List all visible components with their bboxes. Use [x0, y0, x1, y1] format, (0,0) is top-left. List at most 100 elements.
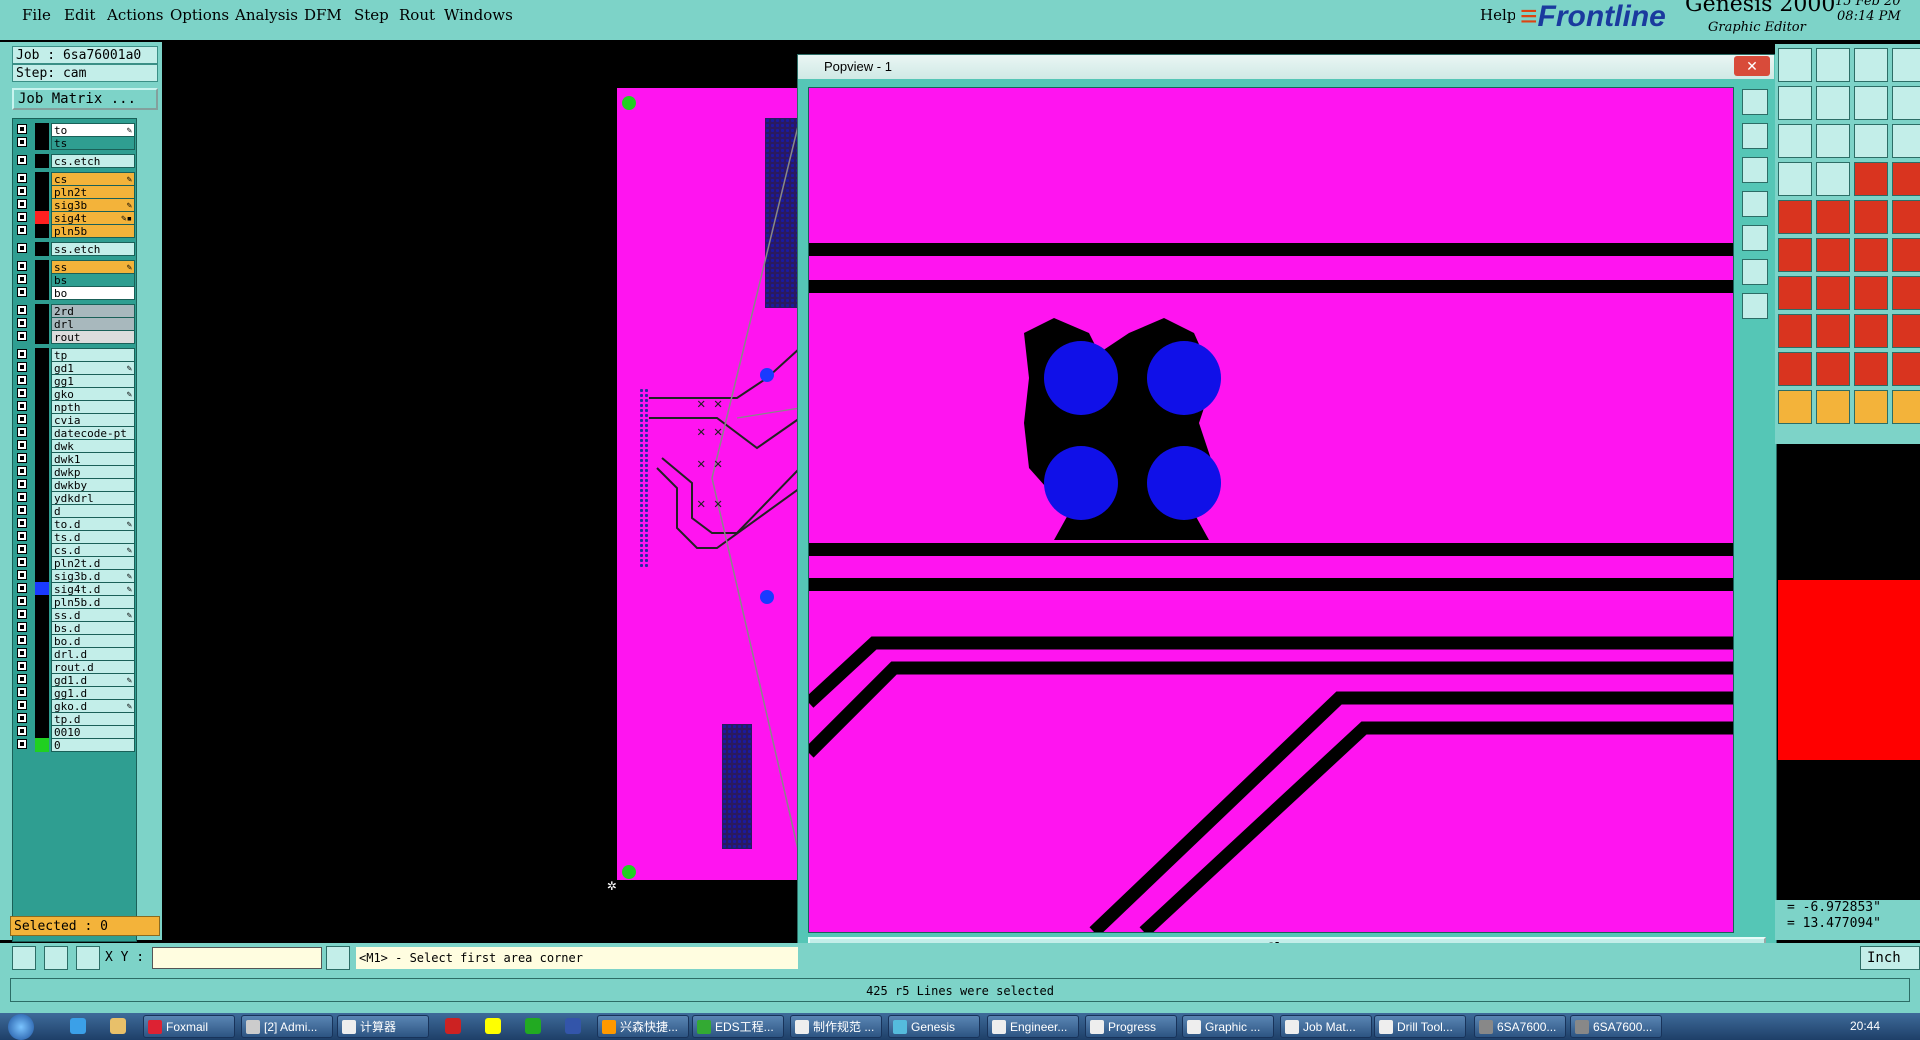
layer-name[interactable]: gg1 [51, 374, 135, 388]
layer-row[interactable]: ss ✎ [15, 260, 135, 274]
zoom-in-icon[interactable] [1742, 123, 1768, 149]
tool-paste-icon[interactable] [1816, 86, 1850, 120]
layer-row[interactable]: sig3b.d ✎ [15, 569, 135, 583]
tool-poly-icon[interactable] [1778, 314, 1812, 348]
quick-launch-icon[interactable] [485, 1018, 501, 1034]
layer-row[interactable]: ts.d [15, 530, 135, 544]
layer-row[interactable]: ts [15, 136, 135, 150]
tool-net2-icon[interactable] [1892, 162, 1920, 196]
layer-color-swatch[interactable] [35, 582, 49, 596]
layer-color-swatch[interactable] [35, 478, 49, 492]
layer-checkbox[interactable] [17, 261, 27, 271]
tool-hline-icon[interactable] [1816, 314, 1850, 348]
layer-color-swatch[interactable] [35, 374, 49, 388]
layer-name[interactable]: bo [51, 286, 135, 300]
layer-name[interactable]: d [51, 504, 135, 518]
layer-row[interactable]: ydkdrl [15, 491, 135, 505]
layer-row[interactable]: gd1 ✎ [15, 361, 135, 375]
menu-analysis[interactable]: Analysis [235, 6, 298, 24]
layer-checkbox[interactable] [17, 349, 27, 359]
layer-checkbox[interactable] [17, 243, 27, 253]
layer-name[interactable]: to.d ✎ [51, 517, 135, 531]
folder-icon[interactable] [110, 1018, 126, 1034]
board-view[interactable]: ✕ ✕ ✕ ✕ ✕ ✕ ✕ ✕ [617, 88, 800, 880]
layer-name[interactable]: pln2t.d [51, 556, 135, 570]
tool-probe-icon[interactable] [1778, 162, 1812, 196]
layer-checkbox[interactable] [17, 362, 27, 372]
layer-name[interactable]: dwk [51, 439, 135, 453]
menu-step[interactable]: Step [354, 6, 389, 24]
layer-row[interactable]: gg1.d [15, 686, 135, 700]
tool-cross-icon[interactable] [1816, 238, 1850, 272]
layer-row[interactable]: rout [15, 330, 135, 344]
layer-color-swatch[interactable] [35, 439, 49, 453]
layer-color-swatch[interactable] [35, 330, 49, 344]
layer-checkbox[interactable] [17, 388, 27, 398]
layer-row[interactable]: sig4t.d ✎ [15, 582, 135, 596]
layer-checkbox[interactable] [17, 414, 27, 424]
layer-row[interactable]: 2rd [15, 304, 135, 318]
xy-input[interactable] [152, 947, 322, 969]
layer-color-swatch[interactable] [35, 621, 49, 635]
layer-color-swatch[interactable] [35, 686, 49, 700]
layer-row[interactable]: pln2t.d [15, 556, 135, 570]
layer-row[interactable]: tp [15, 348, 135, 362]
tool-lasso-icon[interactable] [1854, 390, 1888, 424]
layer-row[interactable]: bs [15, 273, 135, 287]
layer-checkbox[interactable] [17, 726, 27, 736]
layer-color-swatch[interactable] [35, 530, 49, 544]
taskbar-item[interactable]: 制作规范 ... [790, 1015, 882, 1038]
layer-checkbox[interactable] [17, 453, 27, 463]
taskbar-item[interactable]: Progress [1085, 1015, 1177, 1038]
layer-row[interactable]: cs ✎ [15, 172, 135, 186]
layer-name[interactable]: sig3b ✎ [51, 198, 135, 212]
layer-checkbox[interactable] [17, 648, 27, 658]
layer-row[interactable]: sig3b ✎ [15, 198, 135, 212]
menu-rout[interactable]: Rout [399, 6, 435, 24]
job-matrix-button[interactable]: Job Matrix ... [12, 88, 158, 110]
layer-checkbox[interactable] [17, 531, 27, 541]
tool-snap2-icon[interactable] [1892, 238, 1920, 272]
layer-checkbox[interactable] [17, 557, 27, 567]
layer-checkbox[interactable] [17, 700, 27, 710]
layer-checkbox[interactable] [17, 173, 27, 183]
layer-name[interactable]: ss ✎ [51, 260, 135, 274]
layer-name[interactable]: dwkby [51, 478, 135, 492]
tool-connect-icon[interactable] [1816, 162, 1850, 196]
close-icon[interactable]: ✕ [1734, 56, 1770, 76]
layer-checkbox[interactable] [17, 570, 27, 580]
layer-name[interactable]: datecode-pt [51, 426, 135, 440]
layer-name[interactable]: ss.d ✎ [51, 608, 135, 622]
layer-row[interactable]: ss.etch [15, 242, 135, 256]
layer-checkbox[interactable] [17, 305, 27, 315]
layer-name[interactable]: drl [51, 317, 135, 331]
layer-name[interactable]: pln5b.d [51, 595, 135, 609]
layer-checkbox[interactable] [17, 505, 27, 515]
layer-checkbox[interactable] [17, 635, 27, 645]
layer-name[interactable]: drl.d [51, 647, 135, 661]
layer-color-swatch[interactable] [35, 647, 49, 661]
tool-move-icon[interactable] [1816, 124, 1850, 158]
tool-split-icon[interactable] [1892, 276, 1920, 310]
layer-name[interactable]: ydkdrl [51, 491, 135, 505]
tool-arc-icon[interactable] [1854, 276, 1888, 310]
layer-checkbox[interactable] [17, 318, 27, 328]
layer-checkbox[interactable] [17, 544, 27, 554]
layer-checkbox[interactable] [17, 492, 27, 502]
layer-color-swatch[interactable] [35, 304, 49, 318]
layer-checkbox[interactable] [17, 466, 27, 476]
layer-color-swatch[interactable] [35, 185, 49, 199]
tool-scale-icon[interactable] [1854, 124, 1888, 158]
layer-color-swatch[interactable] [35, 673, 49, 687]
tool-window-icon[interactable] [1892, 48, 1920, 82]
layer-checkbox[interactable] [17, 331, 27, 341]
measure-icon[interactable] [44, 946, 68, 970]
tool-help-icon[interactable] [1892, 124, 1920, 158]
tool-rotate-icon[interactable] [1854, 86, 1888, 120]
tool-copy-icon[interactable] [1778, 86, 1812, 120]
layer-color-swatch[interactable] [35, 504, 49, 518]
layer-name[interactable]: ts.d [51, 530, 135, 544]
layer-name[interactable]: gd1 ✎ [51, 361, 135, 375]
snap-icon[interactable] [12, 946, 36, 970]
tool-node-icon[interactable] [1778, 238, 1812, 272]
